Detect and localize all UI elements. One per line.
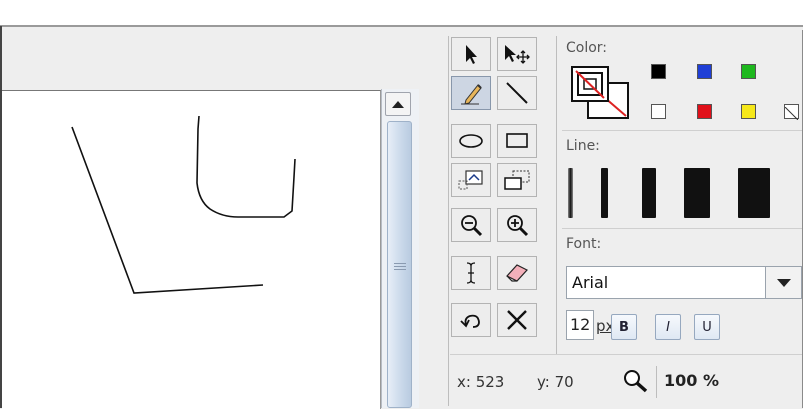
status-divider — [450, 354, 802, 355]
line-width-3[interactable] — [642, 168, 656, 218]
text-cursor-icon — [466, 262, 476, 284]
line-width-5[interactable] — [738, 168, 770, 218]
eraser-icon — [506, 264, 528, 282]
zoom-icon — [622, 368, 650, 398]
swatch-blue[interactable] — [697, 64, 712, 79]
font-dropdown-button[interactable] — [766, 266, 802, 299]
text-tool-button[interactable] — [451, 256, 491, 290]
cursor-x-readout: x: 523 — [457, 373, 505, 391]
cursor-y-readout: y: 70 — [537, 373, 574, 391]
undo-tool-button[interactable] — [451, 303, 491, 337]
font-label: Font: — [566, 236, 602, 252]
rectangle-tool-button[interactable] — [497, 124, 537, 158]
line-width-2[interactable] — [601, 168, 608, 218]
drawing-canvas[interactable] — [2, 90, 381, 409]
zoom-divider — [656, 366, 657, 398]
drawn-stroke-2 — [196, 115, 296, 218]
zoom-out-tool-button[interactable] — [451, 208, 491, 242]
ellipse-tool-button[interactable] — [451, 124, 491, 158]
stroke-fill-icon — [571, 66, 629, 119]
arrow-up-icon — [392, 100, 404, 108]
line-width-4[interactable] — [684, 168, 710, 218]
duplicate-icon — [504, 170, 530, 190]
swatch-red[interactable] — [697, 104, 712, 119]
toolbar-divider — [448, 36, 449, 406]
no-color-icon — [784, 106, 799, 121]
panel-divider — [556, 36, 557, 354]
title-strip — [0, 0, 803, 26]
stroke-fill-selector[interactable] — [570, 65, 632, 121]
scroll-grip-icon — [394, 263, 406, 272]
arrow-pointer-icon — [466, 45, 477, 64]
swatch-none[interactable] — [784, 104, 799, 121]
pencil-tool-button[interactable] — [451, 76, 491, 110]
move-tool-button[interactable] — [497, 37, 537, 71]
bold-button[interactable]: B — [611, 314, 637, 340]
zoom-in-tool-button[interactable] — [497, 208, 537, 242]
duplicate-tool-button[interactable] — [497, 163, 537, 197]
eraser-tool-button[interactable] — [497, 256, 537, 290]
zoom-in-icon — [507, 215, 529, 237]
zoom-out-icon — [461, 215, 483, 237]
swatch-green[interactable] — [741, 64, 756, 79]
close-icon — [507, 310, 527, 330]
italic-button[interactable]: I — [655, 314, 681, 340]
swatch-white[interactable] — [651, 104, 666, 119]
swatch-yellow[interactable] — [741, 104, 756, 119]
image-icon — [458, 170, 483, 190]
line-width-1[interactable] — [568, 168, 573, 218]
line-font-divider — [562, 228, 802, 229]
rectangle-icon — [506, 133, 528, 148]
underline-button[interactable]: U — [694, 314, 720, 340]
scroll-up-button[interactable] — [385, 92, 411, 116]
color-label: Color: — [566, 40, 608, 56]
diagonal-line-icon — [506, 82, 528, 104]
top-border — [0, 25, 803, 27]
drawn-stroke-1 — [71, 126, 264, 294]
image-tool-button[interactable] — [451, 163, 491, 197]
line-tool-button[interactable] — [497, 76, 537, 110]
font-family-select[interactable]: Arial — [566, 266, 766, 299]
delete-tool-button[interactable] — [497, 303, 537, 337]
zoom-level: 100 % — [664, 371, 719, 390]
pencil-icon — [461, 84, 482, 105]
swatch-black[interactable] — [651, 64, 666, 79]
arrow-move-icon — [505, 45, 530, 64]
undo-icon — [460, 314, 480, 328]
select-tool-button[interactable] — [451, 37, 491, 71]
chevron-down-icon — [776, 278, 791, 287]
color-line-divider — [562, 130, 802, 131]
line-label: Line: — [566, 138, 600, 154]
canvas-drawing — [71, 115, 296, 294]
ellipse-icon — [459, 134, 483, 148]
font-size-input[interactable]: 12 — [566, 310, 594, 340]
